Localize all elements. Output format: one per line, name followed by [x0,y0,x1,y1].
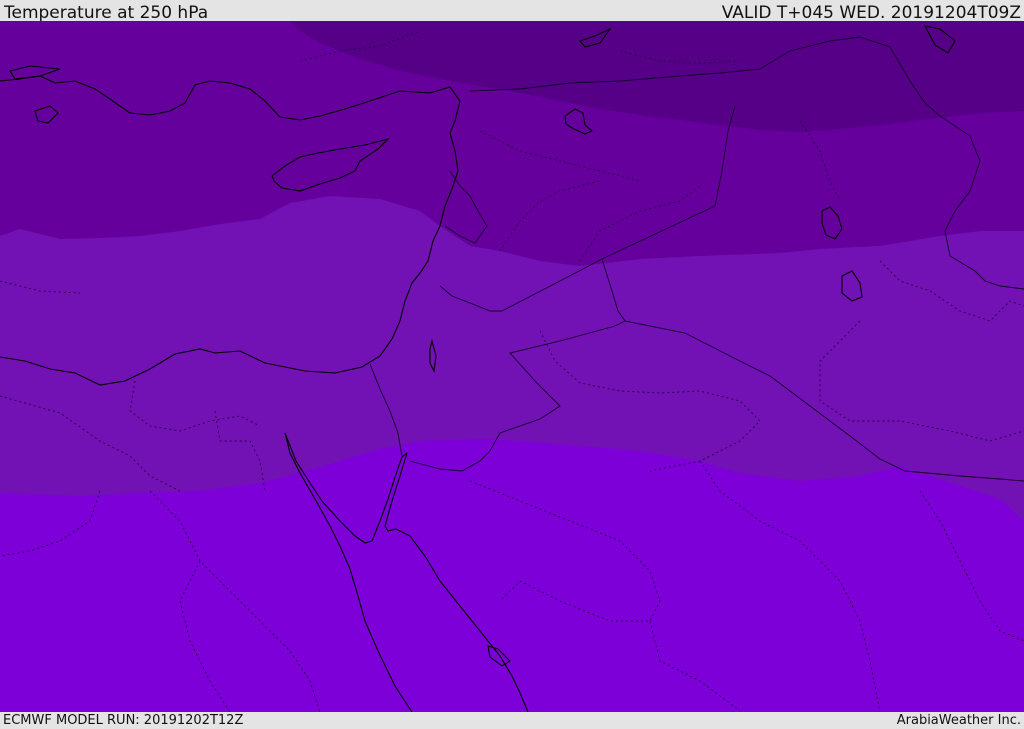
weather-map[interactable] [0,21,1024,712]
map-header: Temperature at 250 hPa VALID T+045 WED. … [0,0,1024,23]
model-run: ECMWF MODEL RUN: 20191202T12Z [3,713,244,728]
temperature-map-canvas [0,21,1024,712]
credit-label: ArabiaWeather Inc. [896,713,1021,728]
map-footer: ECMWF MODEL RUN: 20191202T12Z ArabiaWeat… [0,712,1024,729]
